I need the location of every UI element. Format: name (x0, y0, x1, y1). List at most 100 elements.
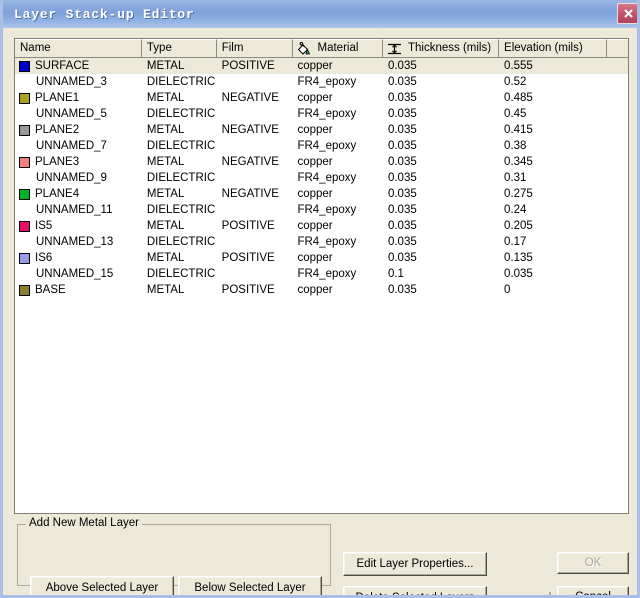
layer-name-text: SURFACE (35, 60, 90, 72)
layer-color-swatch (19, 156, 30, 168)
table-row[interactable]: UNNAMED_9 DIELECTRIC FR4_epoxy 0.035 0.31 (15, 170, 628, 186)
cell-film: NEGATIVE (221, 156, 279, 168)
cell-material: copper (297, 252, 333, 264)
cell-name: PLANE2 (15, 122, 142, 138)
cell-type: DIELECTRIC (146, 140, 216, 152)
table-row[interactable]: UNNAMED_5 DIELECTRIC FR4_epoxy 0.035 0.45 (15, 106, 628, 122)
layer-list[interactable]: Name Type Film Material Thickness (mils)… (14, 38, 629, 514)
cell-type: DIELECTRIC (146, 268, 216, 280)
layer-name-text: UNNAMED_5 (36, 108, 107, 120)
cell-name: PLANE3 (15, 154, 142, 170)
delete-selected-layers-button[interactable]: Delete Selected Layers (343, 586, 487, 595)
table-row[interactable]: UNNAMED_11 DIELECTRIC FR4_epoxy 0.035 0.24 (15, 202, 628, 218)
layer-name-text: UNNAMED_7 (36, 140, 107, 152)
cell-material: copper (297, 60, 333, 72)
cell-material: copper (297, 220, 333, 232)
table-row[interactable]: PLANE2 METAL NEGATIVE copper 0.035 0.415 (15, 122, 628, 138)
column-header-elevation[interactable]: Elevation (mils) (499, 39, 608, 58)
cell-type: DIELECTRIC (146, 108, 216, 120)
cell-material: FR4_epoxy (297, 268, 357, 280)
column-header-type[interactable]: Type (141, 39, 217, 58)
cell-type: DIELECTRIC (146, 172, 216, 184)
cell-material: FR4_epoxy (297, 204, 357, 216)
layer-name-text: BASE (35, 284, 66, 296)
cell-elevation: 0.17 (504, 236, 527, 248)
above-selected-layer-button[interactable]: Above Selected Layer (30, 576, 174, 595)
cancel-button[interactable]: Cancel (557, 586, 629, 595)
title-bar[interactable]: Layer Stack-up Editor (3, 0, 637, 28)
table-row[interactable]: IS6 METAL POSITIVE copper 0.035 0.135 (15, 250, 628, 266)
window-title: Layer Stack-up Editor (14, 6, 195, 22)
cell-material: FR4_epoxy (297, 108, 357, 120)
cell-film (217, 106, 293, 122)
cell-elevation: 0.555 (504, 60, 533, 72)
cell-extra (607, 154, 628, 170)
cell-type: METAL (146, 60, 185, 72)
cell-film: POSITIVE (221, 220, 275, 232)
column-header-name[interactable]: Name (15, 39, 142, 58)
layer-color-swatch (19, 60, 30, 72)
cell-extra (607, 90, 628, 106)
cell-material: FR4_epoxy (297, 140, 357, 152)
table-row[interactable]: UNNAMED_13 DIELECTRIC FR4_epoxy 0.035 0.17 (15, 234, 628, 250)
cell-thickness: 0.1 (387, 268, 404, 280)
layer-stackup-editor-window: Layer Stack-up Editor Name Type Film Mat… (0, 0, 640, 598)
table-row[interactable]: PLANE3 METAL NEGATIVE copper 0.035 0.345 (15, 154, 628, 170)
table-row[interactable]: UNNAMED_3 DIELECTRIC FR4_epoxy 0.035 0.52 (15, 74, 628, 90)
cell-extra (607, 138, 628, 154)
cell-extra (607, 266, 628, 282)
table-row[interactable]: PLANE1 METAL NEGATIVE copper 0.035 0.485 (15, 90, 628, 106)
table-row[interactable]: UNNAMED_15 DIELECTRIC FR4_epoxy 0.1 0.035 (15, 266, 628, 282)
cell-name: UNNAMED_5 (15, 106, 142, 122)
cell-film (217, 202, 293, 218)
column-header-film[interactable]: Film (216, 39, 293, 58)
cell-name: BASE (15, 282, 142, 298)
cell-film: POSITIVE (221, 252, 275, 264)
cell-extra (607, 282, 628, 298)
cell-elevation: 0.52 (504, 76, 527, 88)
cell-film (217, 266, 293, 282)
cell-thickness: 0.035 (387, 220, 417, 232)
cell-type: DIELECTRIC (146, 236, 216, 248)
cell-extra (607, 186, 628, 202)
layer-name-text: UNNAMED_15 (36, 268, 114, 280)
cell-elevation: 0.135 (504, 252, 533, 264)
column-header-extra[interactable] (607, 39, 628, 58)
layer-name-text: PLANE3 (35, 156, 80, 168)
cell-extra (607, 74, 628, 90)
layer-name-text: IS6 (35, 252, 53, 264)
close-icon (623, 8, 634, 19)
layer-name-text: PLANE4 (35, 188, 80, 200)
cell-thickness: 0.035 (387, 60, 417, 72)
cell-elevation: 0.24 (504, 204, 527, 216)
column-header-material[interactable]: Material (292, 39, 383, 58)
close-button[interactable] (617, 3, 637, 24)
cell-elevation: 0.345 (504, 156, 533, 168)
cell-name: SURFACE (15, 58, 142, 74)
cell-name: PLANE4 (15, 186, 142, 202)
cell-elevation: 0.485 (504, 92, 533, 104)
below-selected-layer-button[interactable]: Below Selected Layer (178, 576, 322, 595)
layer-name-text: UNNAMED_3 (36, 76, 107, 88)
table-row[interactable]: SURFACE METAL POSITIVE copper 0.035 0.555 (15, 58, 628, 74)
cell-material: copper (297, 156, 333, 168)
group-legend: Add New Metal Layer (26, 517, 142, 529)
column-header-thickness[interactable]: Thickness (mils) (383, 39, 500, 58)
table-row[interactable]: UNNAMED_7 DIELECTRIC FR4_epoxy 0.035 0.38 (15, 138, 628, 154)
cell-thickness: 0.035 (387, 252, 417, 264)
cell-film: NEGATIVE (221, 188, 279, 200)
cell-film (217, 138, 293, 154)
layer-color-swatch (19, 124, 30, 136)
thickness-measure-icon (386, 41, 403, 56)
cell-type: METAL (146, 188, 185, 200)
layer-color-swatch (19, 284, 30, 296)
edit-layer-properties-button[interactable]: Edit Layer Properties... (343, 552, 487, 576)
layer-name-text: PLANE1 (35, 92, 80, 104)
cell-elevation: 0.035 (504, 268, 533, 280)
table-row[interactable]: PLANE4 METAL NEGATIVE copper 0.035 0.275 (15, 186, 628, 202)
layer-name-text: UNNAMED_11 (36, 204, 113, 216)
table-row[interactable]: IS5 METAL POSITIVE copper 0.035 0.205 (15, 218, 628, 234)
ok-button: OK (557, 552, 629, 574)
cell-name: UNNAMED_13 (15, 234, 142, 250)
table-row[interactable]: BASE METAL POSITIVE copper 0.035 0 (15, 282, 628, 298)
